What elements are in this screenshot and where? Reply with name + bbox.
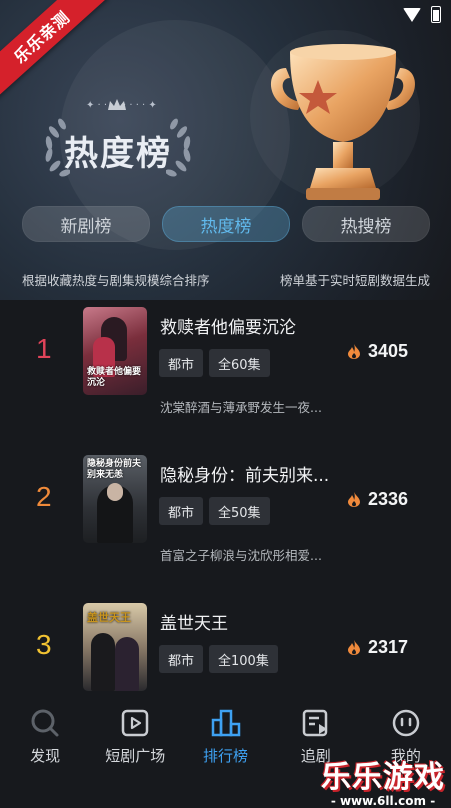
wifi-icon (403, 7, 421, 22)
cover-title: 隐秘身份前夫别来无恙 (87, 459, 142, 480)
watermark-name: 乐乐游戏 (321, 760, 445, 795)
drama-cover[interactable]: 救赎者他偏要沉沦 (83, 307, 147, 395)
nav-discover[interactable]: 发现 (0, 698, 90, 803)
drama-cover[interactable]: 盖世天王 (83, 603, 147, 691)
ranking-tabs: 新剧榜 热度榜 热搜榜 (22, 206, 430, 242)
flame-icon (348, 344, 360, 359)
genre-tag: 都市 (159, 497, 204, 525)
episodes-tag: 全50集 (209, 497, 270, 525)
heat-score: 3405 (348, 341, 408, 362)
trophy-icon (270, 44, 416, 200)
flame-icon (348, 492, 360, 507)
nav-ranking[interactable]: 排行榜 (180, 698, 270, 803)
ranking-icon (211, 709, 240, 737)
play-square-icon (122, 709, 149, 737)
follow-icon (302, 709, 327, 737)
nav-label: 发现 (30, 747, 61, 765)
nav-label: 排行榜 (203, 747, 249, 765)
page-title: 热度榜 (64, 134, 172, 174)
profile-icon (392, 709, 420, 737)
drama-cover[interactable]: 隐秘身份前夫别来无恙 (83, 455, 147, 543)
heat-value: 2336 (368, 489, 409, 509)
episodes-tag: 全60集 (209, 349, 270, 377)
nav-label: 短剧广场 (105, 747, 166, 765)
drama-tags: 都市 全50集 (159, 497, 270, 525)
cover-title: 救赎者他偏要沉沦 (87, 367, 142, 388)
heat-value: 3405 (368, 341, 409, 361)
tab-trending-search[interactable]: 热搜榜 (302, 206, 430, 242)
ranking-rule-text: 根据收藏热度与剧集规模综合排序 (22, 273, 210, 288)
drama-title[interactable]: 救赎者他偏要沉沦 (160, 313, 296, 338)
heat-value: 2317 (368, 637, 409, 657)
tab-hot[interactable]: 热度榜 (162, 206, 290, 242)
genre-tag: 都市 (159, 349, 204, 377)
watermark-url: - www.6ll.com - (330, 794, 436, 808)
ranking-item[interactable]: 1 救赎者他偏要沉沦 救赎者他偏要沉沦 都市 全60集 沈棠醉酒与薄承野发生一夜… (0, 305, 451, 445)
tab-new-drama[interactable]: 新剧榜 (22, 206, 150, 242)
site-watermark: 乐乐游戏 - www.6ll.com - (321, 752, 445, 808)
cover-title: 盖世天王 (87, 611, 131, 624)
hero-banner: 乐乐亲测 ✦ · · · · · · · · ✦ 热度榜 (0, 0, 451, 300)
ranking-description: 根据收藏热度与剧集规模综合排序 榜单基于实时短剧数据生成 (22, 270, 430, 289)
drama-description: 沈棠醉酒与薄承野发生一夜... (160, 400, 322, 415)
drama-tags: 都市 全60集 (159, 349, 270, 377)
crown-icon (108, 99, 126, 110)
rank-number: 2 (36, 481, 52, 512)
search-icon (31, 709, 59, 737)
ranking-source-text: 榜单基于实时短剧数据生成 (279, 273, 430, 288)
heat-score: 2317 (348, 637, 408, 658)
drama-title[interactable]: 隐秘身份：前夫别来... (160, 461, 329, 486)
episodes-tag: 全100集 (209, 645, 278, 673)
drama-tags: 都市 全100集 (159, 645, 278, 673)
ranking-item[interactable]: 2 隐秘身份前夫别来无恙 隐秘身份：前夫别来... 都市 全50集 首富之子柳浪… (0, 453, 451, 593)
rank-number: 3 (36, 629, 52, 660)
rank-number: 1 (36, 333, 52, 364)
heat-score: 2336 (348, 489, 408, 510)
drama-description: 首富之子柳浪与沈欣彤相爱... (160, 548, 322, 563)
drama-title[interactable]: 盖世天王 (160, 609, 228, 634)
battery-icon (431, 6, 441, 23)
genre-tag: 都市 (159, 645, 204, 673)
flame-icon (348, 640, 360, 655)
status-bar (403, 6, 441, 23)
nav-drama-square[interactable]: 短剧广场 (90, 698, 180, 803)
